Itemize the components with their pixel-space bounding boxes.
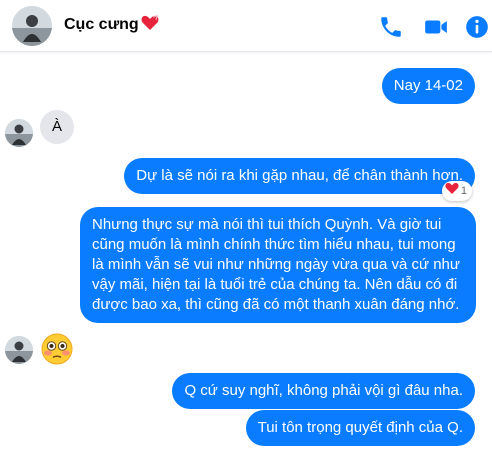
message-text-line: vậy mãi, hiện tại là tuổi trẻ của chúng …: [92, 276, 458, 293]
contact-avatar-small[interactable]: [5, 119, 33, 147]
phone-icon[interactable]: [378, 14, 404, 40]
chat-header: Cục cưng: [0, 0, 492, 52]
message-bubble-outgoing[interactable]: Nay 14-02: [381, 68, 475, 104]
message-text: Q cứ suy nghĩ, không phải vội gì đâu nha…: [184, 382, 463, 399]
heart-emoji-icon: [141, 15, 159, 36]
message-text-line: là mình vẫn sẽ vui như những ngày vừa qu…: [92, 256, 460, 273]
flushed-face-emoji-icon[interactable]: [40, 332, 74, 366]
message-bubble-incoming[interactable]: À: [40, 110, 74, 144]
message-text: À: [51, 118, 62, 135]
info-icon[interactable]: [464, 14, 490, 40]
message-text: Dự là sẽ nói ra khi gặp nhau, để chân th…: [136, 167, 463, 184]
contact-name-text: Cục cưng: [64, 16, 139, 33]
message-text: Tui tôn trọng quyết định của Q.: [257, 419, 463, 436]
message-bubble-outgoing[interactable]: Nhưng thực sự mà nói thì tui thích Quỳnh…: [80, 207, 476, 323]
reaction-count: 1: [460, 185, 467, 197]
contact-avatar[interactable]: [12, 6, 52, 46]
message-text: Nay 14-02: [393, 77, 463, 94]
message-bubble-outgoing[interactable]: Q cứ suy nghĩ, không phải vội gì đâu nha…: [172, 373, 475, 409]
contact-avatar-small[interactable]: [5, 336, 33, 364]
message-text-line: cũng muốn là mình chính thức tìm hiểu nh…: [92, 236, 456, 253]
message-list[interactable]: Nay 14-02 À Dự là sẽ nói ra khi gặp nhau…: [0, 52, 492, 452]
message-reaction[interactable]: 1: [441, 181, 472, 201]
message-bubble-outgoing[interactable]: Tui tôn trọng quyết định của Q.: [245, 410, 475, 446]
message-text-line: được bao xa, thì cũng đã có một thanh xu…: [92, 296, 460, 313]
video-camera-icon[interactable]: [423, 14, 449, 40]
message-text-line: Nhưng thực sự mà nói thì tui thích Quỳnh…: [92, 216, 442, 233]
message-bubble-outgoing[interactable]: Dự là sẽ nói ra khi gặp nhau, để chân th…: [124, 158, 475, 194]
red-heart-icon: [445, 182, 459, 200]
contact-name[interactable]: Cục cưng: [64, 15, 159, 36]
